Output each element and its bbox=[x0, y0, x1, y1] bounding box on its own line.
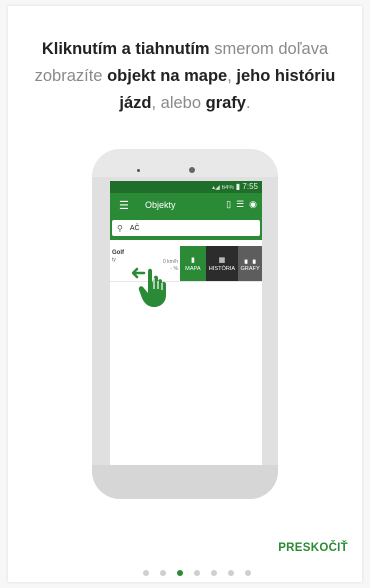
page-dot[interactable] bbox=[160, 570, 166, 576]
search-field: ⚲ AČ bbox=[112, 220, 260, 236]
phone-bottom-bezel bbox=[92, 465, 278, 499]
page-dot-active[interactable] bbox=[177, 570, 183, 576]
filter-icon: ☰ bbox=[236, 199, 245, 209]
graphs-action-label: GRAFY bbox=[240, 265, 260, 272]
bar-chart-icon: ▖▗ bbox=[244, 256, 256, 264]
onboarding-headline: Kliknutím a tiahnutím smerom doľava zobr… bbox=[20, 36, 350, 117]
headline-text: smerom doľava bbox=[209, 40, 329, 58]
swipe-actions: ▮ MAPA ▦ HISTÓRIA ▖▗ GRAFY bbox=[180, 246, 262, 281]
calendar-icon: ▦ bbox=[218, 256, 226, 264]
status-bar: ▴◢ 64% ▮ 7:55 bbox=[110, 181, 262, 193]
history-action-label: HISTÓRIA bbox=[208, 265, 236, 272]
battery-level: 64% bbox=[221, 185, 234, 191]
phone-sensor bbox=[137, 169, 140, 172]
skip-button[interactable]: PRESKOČIŤ bbox=[278, 542, 348, 554]
headline-bold-text: jázd bbox=[119, 94, 152, 112]
history-action: ▦ HISTÓRIA bbox=[205, 246, 239, 281]
map-icon: ▮ bbox=[190, 256, 195, 264]
app-bar: ☰ Objekty ▯ ☰ ◉ bbox=[110, 193, 262, 217]
search-icon: ⚲ bbox=[117, 223, 123, 233]
object-subtitle: ty bbox=[112, 257, 116, 263]
headline-bold-text: jeho históriu bbox=[236, 67, 336, 85]
object-name: Golf bbox=[112, 250, 124, 256]
map-action-label: MAPA bbox=[185, 265, 201, 272]
page-dot[interactable] bbox=[211, 570, 217, 576]
graphs-action: ▖▗ GRAFY bbox=[238, 246, 262, 281]
page-dot[interactable] bbox=[143, 570, 149, 576]
headline-text: . bbox=[245, 94, 251, 112]
swipe-hand-icon bbox=[132, 267, 166, 307]
refresh-icon: ◉ bbox=[249, 199, 257, 209]
app-title: Objekty bbox=[145, 200, 176, 210]
headline-text: zobrazíte bbox=[34, 67, 108, 85]
map-icon: ▯ bbox=[226, 199, 232, 209]
page-dot[interactable] bbox=[194, 570, 200, 576]
search-value: AČ bbox=[129, 224, 140, 232]
map-action: ▮ MAPA bbox=[180, 246, 206, 281]
signal-icon: ▴◢ bbox=[212, 185, 220, 191]
headline-bold-text: Kliknutím a tiahnutím bbox=[41, 40, 210, 58]
headline-bold-text: objekt na mape bbox=[107, 67, 228, 85]
page-indicator bbox=[143, 570, 251, 576]
phone-camera bbox=[189, 167, 195, 173]
phone-top-bezel bbox=[92, 149, 278, 177]
headline-text: , alebo bbox=[151, 94, 206, 112]
headline-text: , bbox=[227, 67, 237, 85]
page-dot[interactable] bbox=[228, 570, 234, 576]
headline-bold-text: grafy bbox=[205, 94, 246, 112]
status-time: 7:55 bbox=[242, 182, 258, 191]
phone-illustration: ▴◢ 64% ▮ 7:55 ☰ Objekty ▯ ☰ ◉ ⚲ AČ Golf ty… bbox=[92, 149, 278, 499]
search-bar: ⚲ AČ bbox=[110, 217, 262, 240]
page-dot[interactable] bbox=[245, 570, 251, 576]
phone-screen: ▴◢ 64% ▮ 7:55 ☰ Objekty ▯ ☰ ◉ ⚲ AČ Golf ty… bbox=[110, 181, 262, 465]
hamburger-menu-icon: ☰ bbox=[119, 199, 129, 212]
